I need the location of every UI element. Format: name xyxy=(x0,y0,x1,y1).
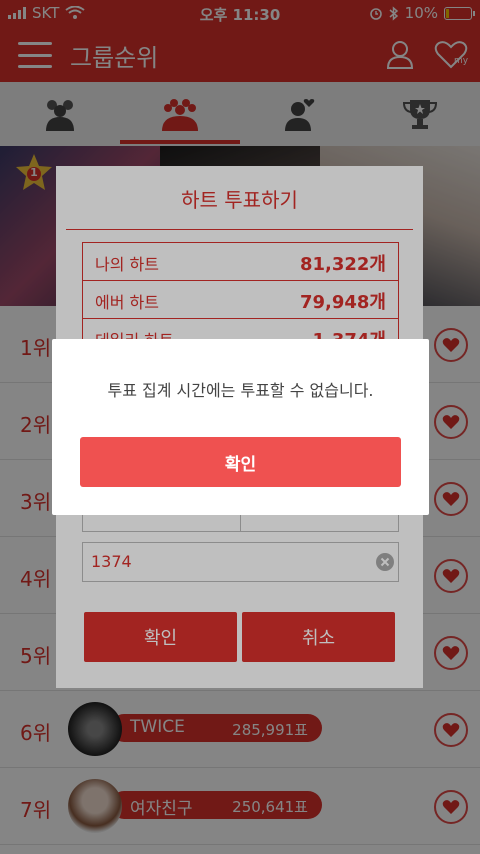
alert-dialog: 투표 집계 시간에는 투표할 수 없습니다. 확인 xyxy=(52,339,429,515)
alert-ok-button[interactable]: 확인 xyxy=(80,437,401,487)
alert-message: 투표 집계 시간에는 투표할 수 없습니다. xyxy=(107,381,374,400)
